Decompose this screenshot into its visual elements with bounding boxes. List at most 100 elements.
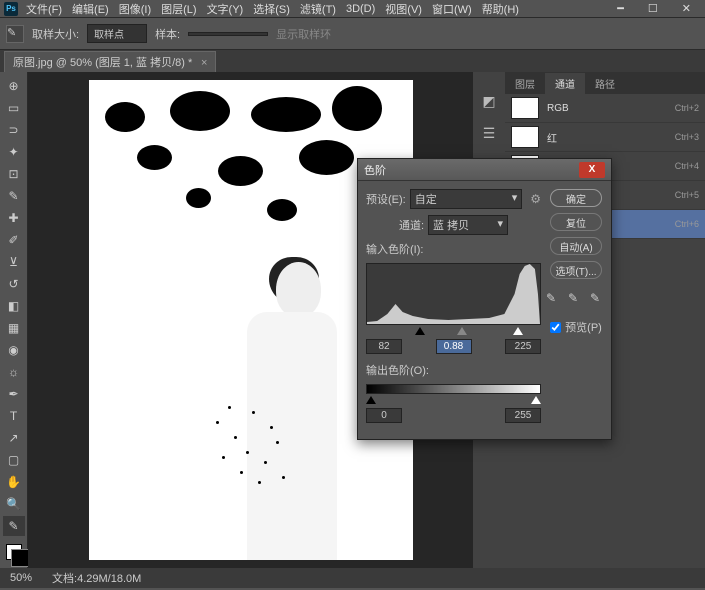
document-tab[interactable]: 原图.jpg @ 50% (图层 1, 蓝 拷贝/8) * ×	[4, 51, 216, 72]
black-eyedropper-icon[interactable]: ✎	[546, 291, 562, 307]
menu-image[interactable]: 图像(I)	[119, 1, 151, 17]
output-gradient	[366, 384, 541, 394]
shape-tool[interactable]: ▢	[3, 450, 25, 470]
input-gamma-value[interactable]: 0.88	[436, 339, 472, 354]
menu-view[interactable]: 视图(V)	[385, 1, 422, 17]
input-sliders[interactable]	[366, 327, 541, 337]
channel-shortcut: Ctrl+2	[675, 103, 699, 113]
dialog-titlebar[interactable]: 色阶 X	[358, 159, 611, 181]
tools-panel: ⊕ ▭ ⊃ ✦ ⊡ ✎ ✚ ✐ ⊻ ↺ ◧ ▦ ◉ ☼ ✒ T ↗ ▢ ✋ 🔍 …	[0, 72, 28, 568]
tab-layers[interactable]: 图层	[505, 73, 545, 94]
chevron-down-icon: ▾	[498, 217, 504, 233]
heal-tool[interactable]: ✚	[3, 208, 25, 228]
dialog-left: 预设(E): 自定▾ ⚙ 通道: 蓝 拷贝▾ 输入色阶(I): 82	[366, 189, 541, 431]
dock-history-icon[interactable]: ◩	[480, 92, 498, 110]
channel-shortcut: Ctrl+3	[675, 132, 699, 142]
output-white-value[interactable]: 255	[505, 408, 541, 423]
image-figure	[218, 262, 364, 560]
levels-dialog: 色阶 X 预设(E): 自定▾ ⚙ 通道: 蓝 拷贝▾ 输入色阶(I):	[357, 158, 612, 440]
preview-checkbox-input[interactable]	[550, 322, 561, 333]
gamma-slider[interactable]	[457, 327, 467, 335]
options-bar: ✎ 取样大小: 取样点 样本: 显示取样环	[0, 18, 705, 50]
hand-tool[interactable]: ✋	[3, 472, 25, 492]
eyedropper-tool[interactable]: ✎	[3, 186, 25, 206]
white-point-slider[interactable]	[513, 327, 523, 335]
color-sampler-tool[interactable]: ✎	[3, 516, 25, 536]
output-sliders[interactable]	[366, 396, 541, 406]
channel-label: 通道:	[399, 217, 424, 233]
output-white-slider[interactable]	[531, 396, 541, 404]
channel-thumb	[511, 126, 539, 148]
active-tool-icon[interactable]: ✎	[6, 25, 24, 43]
preset-select[interactable]: 自定▾	[410, 189, 523, 209]
reset-button[interactable]: 复位	[550, 213, 602, 231]
tab-paths[interactable]: 路径	[585, 73, 625, 94]
output-levels-label: 输出色阶(O):	[366, 362, 429, 378]
histogram	[366, 263, 541, 325]
tab-channels[interactable]: 通道	[545, 73, 585, 94]
type-tool[interactable]: T	[3, 406, 25, 426]
sample-label: 样本:	[155, 26, 180, 42]
menu-file[interactable]: 文件(F)	[26, 1, 62, 17]
menu-layer[interactable]: 图层(L)	[161, 1, 196, 17]
marquee-tool[interactable]: ▭	[3, 98, 25, 118]
color-swatches[interactable]	[6, 544, 22, 560]
black-point-slider[interactable]	[415, 327, 425, 335]
eraser-tool[interactable]: ◧	[3, 296, 25, 316]
history-brush-tool[interactable]: ↺	[3, 274, 25, 294]
channel-select[interactable]: 蓝 拷贝▾	[428, 215, 508, 235]
gradient-tool[interactable]: ▦	[3, 318, 25, 338]
auto-button[interactable]: 自动(A)	[550, 237, 602, 255]
gear-icon[interactable]: ⚙	[530, 192, 541, 206]
input-black-value[interactable]: 82	[366, 339, 402, 354]
ok-button[interactable]: 确定	[550, 189, 602, 207]
dialog-close-button[interactable]: X	[579, 162, 605, 178]
channel-row[interactable]: RGB Ctrl+2	[505, 94, 705, 123]
input-levels-label: 输入色阶(I):	[366, 241, 423, 257]
doc-size: 文档:4.29M/18.0M	[52, 570, 141, 586]
dialog-body: 预设(E): 自定▾ ⚙ 通道: 蓝 拷贝▾ 输入色阶(I): 82	[358, 181, 611, 439]
lasso-tool[interactable]: ⊃	[3, 120, 25, 140]
path-tool[interactable]: ↗	[3, 428, 25, 448]
window-controls: ━ ☐ ✕	[617, 2, 701, 15]
close-icon[interactable]: ✕	[682, 2, 691, 15]
menu-filter[interactable]: 滤镜(T)	[300, 1, 336, 17]
blur-tool[interactable]: ◉	[3, 340, 25, 360]
dodge-tool[interactable]: ☼	[3, 362, 25, 382]
menu-help[interactable]: 帮助(H)	[482, 1, 519, 17]
sample-select[interactable]	[188, 32, 268, 36]
stamp-tool[interactable]: ⊻	[3, 252, 25, 272]
sample-size-select[interactable]: 取样点	[87, 24, 147, 43]
move-tool[interactable]: ⊕	[3, 76, 25, 96]
panel-tabs: 图层 通道 路径	[505, 72, 705, 94]
zoom-level[interactable]: 50%	[10, 572, 32, 584]
menu-3d[interactable]: 3D(D)	[346, 3, 375, 15]
dock-properties-icon[interactable]: ☰	[480, 124, 498, 142]
channel-row[interactable]: 红 Ctrl+3	[505, 123, 705, 152]
wand-tool[interactable]: ✦	[3, 142, 25, 162]
zoom-tool[interactable]: 🔍	[3, 494, 25, 514]
menu-type[interactable]: 文字(Y)	[207, 1, 244, 17]
menu-window[interactable]: 窗口(W)	[432, 1, 472, 17]
menubar: Ps 文件(F) 编辑(E) 图像(I) 图层(L) 文字(Y) 选择(S) 滤…	[0, 0, 705, 18]
brush-tool[interactable]: ✐	[3, 230, 25, 250]
menu-select[interactable]: 选择(S)	[253, 1, 290, 17]
gray-eyedropper-icon[interactable]: ✎	[568, 291, 584, 307]
input-white-value[interactable]: 225	[505, 339, 541, 354]
maximize-icon[interactable]: ☐	[648, 2, 658, 15]
channel-thumb	[511, 97, 539, 119]
statusbar: 50% 文档:4.29M/18.0M	[0, 568, 705, 588]
options-button[interactable]: 选项(T)...	[550, 261, 602, 279]
minimize-icon[interactable]: ━	[617, 2, 624, 15]
channel-shortcut: Ctrl+4	[675, 161, 699, 171]
app-logo: Ps	[4, 2, 18, 16]
preview-checkbox[interactable]: 预览(P)	[550, 319, 602, 335]
output-black-slider[interactable]	[366, 396, 376, 404]
tab-close-icon[interactable]: ×	[201, 57, 207, 69]
pen-tool[interactable]: ✒	[3, 384, 25, 404]
tab-title: 原图.jpg @ 50% (图层 1, 蓝 拷贝/8) *	[13, 57, 192, 69]
menu-edit[interactable]: 编辑(E)	[72, 1, 109, 17]
white-eyedropper-icon[interactable]: ✎	[590, 291, 606, 307]
crop-tool[interactable]: ⊡	[3, 164, 25, 184]
output-black-value[interactable]: 0	[366, 408, 402, 423]
